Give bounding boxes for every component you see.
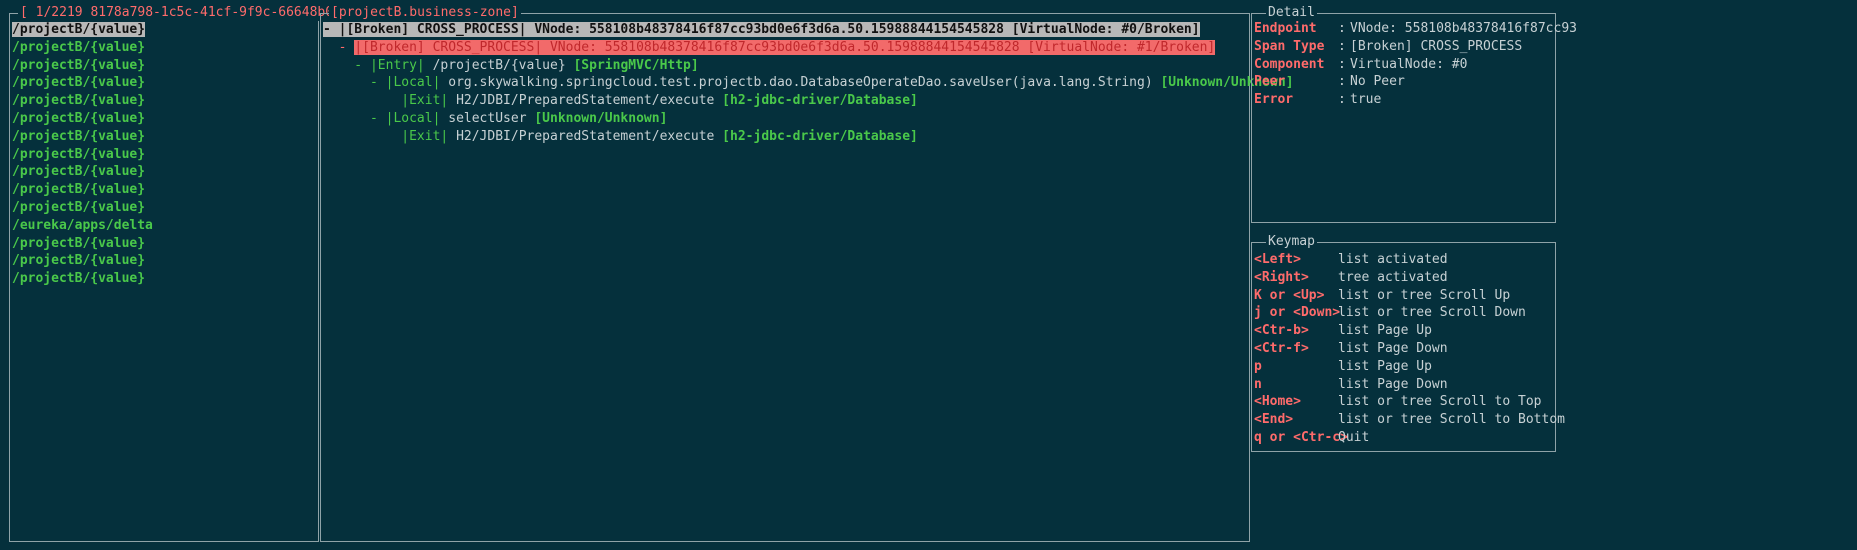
trace-list-item[interactable]: /projectB/{value} xyxy=(12,109,145,128)
trace-list-title: [ 1/2219 8178a798-1c5c-41cf-9f9c-66648b0… xyxy=(18,5,359,21)
trace-list-item[interactable]: /projectB/{value} xyxy=(12,127,145,146)
span-tree-title: [projectB.business-zone] xyxy=(329,5,521,21)
trace-list-item-label: /eureka/apps/delta xyxy=(12,217,153,233)
trace-list-item[interactable]: /projectB/{value} xyxy=(12,198,145,217)
span-endpoint: org.skywalking.springcloud.test.projectb… xyxy=(440,75,1153,91)
detail-separator: : xyxy=(1338,92,1346,108)
span-tree-row[interactable]: - |Local| org.skywalking.springcloud.tes… xyxy=(323,73,1294,92)
span-tree-panel: [projectB.business-zone] - |[Broken] CRO… xyxy=(320,5,1294,542)
trace-list-item-label: /projectB/{value} xyxy=(12,146,146,162)
tree-toggle-icon[interactable] xyxy=(323,129,401,144)
tree-toggle-icon[interactable]: - xyxy=(323,58,370,73)
span-endpoint: /projectB/{value} xyxy=(424,57,566,73)
span-label: |[Broken] CROSS_PROCESS| VNode: 558108b4… xyxy=(338,22,1200,37)
trace-list-item[interactable]: /projectB/{value} xyxy=(12,162,145,181)
trace-list-item[interactable]: /projectB/{value} xyxy=(12,38,145,57)
span-tree-row[interactable]: |Exit| H2/JDBI/PreparedStatement/execute… xyxy=(323,91,918,110)
span-label: |[Broken] CROSS_PROCESS| VNode: 558108b4… xyxy=(354,39,1216,55)
span-component: [Unknown/Unknown] xyxy=(526,111,668,126)
keymap-key: q or <Ctr-c> xyxy=(1254,430,1348,445)
trace-list-item-label: /projectB/{value} xyxy=(12,271,146,287)
span-endpoint: H2/JDBI/PreparedStatement/execute xyxy=(448,93,715,109)
span-component: [h2-jdbc-driver/Database] xyxy=(714,128,918,144)
keymap-desc: Quit xyxy=(1338,430,1370,445)
span-component: [h2-jdbc-driver/Database] xyxy=(714,93,918,109)
span-component: [SpringMVC/Http] xyxy=(565,57,699,73)
trace-list-item[interactable]: /projectB/{value} xyxy=(12,91,145,110)
span-type-tag: |Exit| xyxy=(401,93,449,109)
trace-list-item-label: /projectB/{value} xyxy=(12,75,146,91)
keymap-title: Keymap xyxy=(1266,234,1317,250)
tree-toggle-icon[interactable]: - xyxy=(323,111,386,126)
trace-list-item[interactable]: /projectB/{value} xyxy=(12,56,145,75)
trace-list-item[interactable]: /projectB/{value} xyxy=(12,180,145,199)
keymap-panel: Keymap <Left> list activated <Right> tree a… xyxy=(1251,234,1565,452)
detail-panel: Detail Endpoint: VNode: 558108b48378416f8… xyxy=(1251,5,1577,223)
detail-value: true xyxy=(1350,92,1382,108)
span-type-tag: |Exit| xyxy=(401,128,449,144)
tree-toggle-icon[interactable] xyxy=(323,93,401,108)
span-endpoint: selectUser xyxy=(440,111,527,126)
trace-list-item-label: /projectB/{value} xyxy=(12,128,146,144)
trace-list-item-label: /projectB/{value} xyxy=(12,253,146,269)
span-endpoint: H2/JDBI/PreparedStatement/execute xyxy=(448,128,715,144)
keymap-desc: list or tree Scroll to Bottom xyxy=(1338,412,1565,428)
trace-list-item[interactable]: /projectB/{value} xyxy=(12,73,145,92)
trace-list-item-label: /projectB/{value} xyxy=(12,111,146,126)
span-type-tag: |Local| xyxy=(385,111,441,126)
span-tree-row[interactable]: - |[Broken] CROSS_PROCESS| VNode: 558108… xyxy=(323,38,1216,57)
trace-list-item-label: /projectB/{value} xyxy=(12,200,146,215)
trace-list-item[interactable]: /projectB/{value} xyxy=(12,20,146,39)
trace-list-item-label: /projectB/{value} xyxy=(12,164,146,180)
trace-list-item-label: /projectB/{value} xyxy=(12,182,146,198)
trace-list-item[interactable]: /projectB/{value} xyxy=(12,269,145,288)
span-tree-row[interactable]: - |Entry| /projectB/{value} [SpringMVC/H… xyxy=(323,56,699,75)
tree-toggle-icon[interactable]: - xyxy=(323,22,339,37)
trace-list-item-label: /projectB/{value} xyxy=(12,39,146,55)
trace-list-item-label: /projectB/{value} xyxy=(12,57,146,73)
trace-list-item[interactable]: /projectB/{value} xyxy=(12,145,145,164)
span-type-tag: |Entry| xyxy=(369,57,425,73)
keymap-key: <Ctr-f> xyxy=(1254,341,1309,356)
tree-toggle-icon[interactable]: - xyxy=(323,75,386,90)
trace-list-item-label: /projectB/{value} xyxy=(12,93,146,109)
trace-list-item-label: /projectB/{value} xyxy=(12,22,146,37)
trace-list-panel: [ 1/2219 8178a798-1c5c-41cf-9f9c-66648b0… xyxy=(9,5,359,542)
tree-toggle-icon[interactable]: - xyxy=(323,40,354,55)
span-tree-row[interactable]: |Exit| H2/JDBI/PreparedStatement/execute… xyxy=(323,127,918,146)
trace-list-item-label: /projectB/{value} xyxy=(12,235,146,251)
trace-list-item[interactable]: /projectB/{value} xyxy=(12,251,145,270)
span-tree-row[interactable]: - |Local| selectUser [Unknown/Unknown] xyxy=(323,109,667,128)
span-tree-row[interactable]: - |[Broken] CROSS_PROCESS| VNode: 558108… xyxy=(323,20,1200,39)
trace-list-item[interactable]: /eureka/apps/delta xyxy=(12,216,153,235)
detail-key: Error xyxy=(1254,92,1294,108)
trace-list-item[interactable]: /projectB/{value} xyxy=(12,234,145,253)
span-type-tag: |Local| xyxy=(385,75,441,91)
